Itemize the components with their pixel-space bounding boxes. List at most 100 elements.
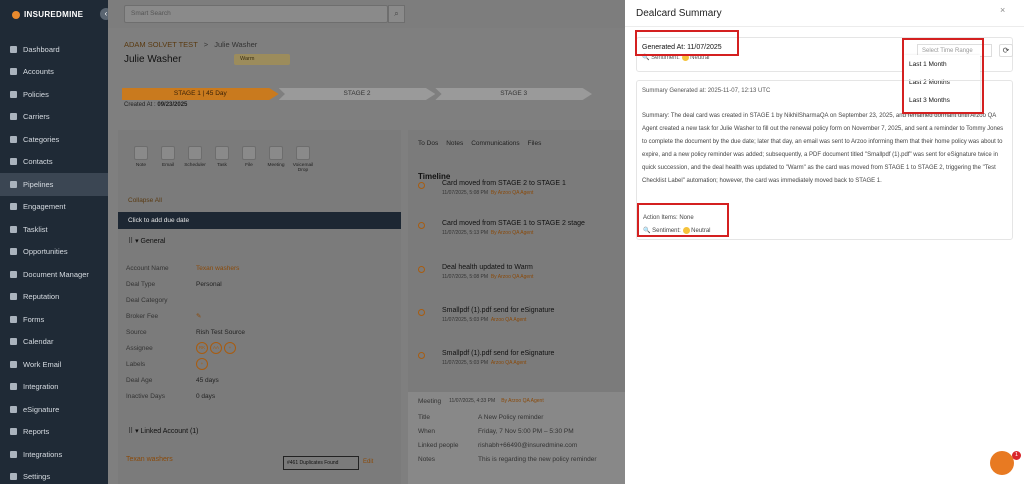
avatar[interactable]: AA (210, 342, 222, 354)
linked-account-name[interactable]: Texan washers (126, 456, 173, 463)
app-logo[interactable]: INSUREDMINE (12, 10, 83, 19)
sidebar-item-forms[interactable]: Forms (0, 308, 108, 331)
due-date-bar[interactable]: Click to add due date (118, 212, 401, 229)
timeline-title: Card moved from STAGE 1 to STAGE 2 stage (442, 220, 585, 227)
deal-health-tag[interactable]: Warm (234, 54, 290, 65)
clock-icon (418, 309, 425, 316)
search-icon[interactable]: ⌕ (388, 5, 405, 23)
refresh-icon[interactable]: ⟳ (999, 44, 1013, 57)
sidebar-item-contacts[interactable]: Contacts (0, 151, 108, 174)
field-label: Account Name (126, 264, 169, 272)
sidebar-item-reports[interactable]: Reports (0, 421, 108, 444)
deal-title: Julie Washer (124, 54, 182, 65)
tab-communications[interactable]: Communications (471, 140, 519, 147)
field-label: Labels (126, 360, 146, 368)
field-label: Inactive Days (126, 392, 166, 400)
timeline-item[interactable]: Deal health updated to Warm 11/07/2025, 5… (418, 264, 618, 280)
sidebar-item-document-manager[interactable]: Document Manager (0, 263, 108, 286)
sidebar-item-tasklist[interactable]: Tasklist (0, 218, 108, 241)
sidebar-item-categories[interactable]: Categories (0, 128, 108, 151)
logo-text: INSUREDMINE (24, 10, 84, 19)
timeline-item[interactable]: Card moved from STAGE 1 to STAGE 2 stage… (418, 220, 618, 236)
stage-1[interactable]: STAGE 1 | 45 Day (122, 88, 279, 100)
sidebar-item-label: eSignature (23, 404, 60, 414)
field-label: Deal Type (126, 280, 156, 288)
tab-files[interactable]: Files (528, 140, 542, 147)
action-label: Note (135, 163, 147, 168)
general-header-label: General (140, 238, 166, 245)
sidebar-item-reputation[interactable]: Reputation (0, 286, 108, 309)
meeting-card: Meeting 11/07/2025, 4:33 PM By Arzoo QA Ag… (408, 392, 625, 484)
sidebar-item-engagement[interactable]: Engagement (0, 196, 108, 219)
meeting-row-value: A New Policy reminder (478, 413, 544, 421)
timeline-date: 11/07/2025, 5:03 PM (442, 360, 489, 366)
linked-account-header[interactable]: ⠿ ▾ Linked Account (1) (128, 427, 199, 435)
stage-2[interactable]: STAGE 2 (278, 88, 436, 100)
general-section-header[interactable]: ⠿ ▾ General (128, 237, 165, 245)
pencil-icon[interactable]: ✎ (196, 312, 201, 320)
duplicates-found-badge[interactable]: #461 Duplicates Found (283, 456, 359, 470)
highlight-box-generated (635, 30, 739, 56)
policies-icon (10, 90, 17, 98)
sidebar-item-pipelines[interactable]: Pipelines (0, 173, 108, 196)
timeline-date: 11/07/2025, 5:03 PM (442, 317, 489, 323)
meeting-row-key: Notes (418, 455, 435, 463)
meeting-row-value: Friday, 7 Nov 5:00 PM – 5:30 PM (478, 427, 574, 435)
close-icon[interactable]: × (1000, 5, 1005, 15)
sidebar-item-opportunities[interactable]: Opportunities (0, 241, 108, 264)
chat-help-button[interactable] (990, 451, 1014, 475)
sidebar-nav: Dashboard Accounts Policies Carriers Categor… (0, 38, 108, 484)
breadcrumb-account[interactable]: ADAM SOLVET TEST (124, 40, 198, 49)
clock-icon (418, 222, 425, 229)
categories-icon (10, 135, 17, 143)
sidebar-item-label: Reports (23, 427, 50, 437)
timeline-item[interactable]: Smallpdf (1).pdf send for eSignature 11/0… (418, 307, 618, 323)
add-assignee-icon[interactable]: + (224, 342, 236, 354)
meeting-row-value: rishabh+66490@insuredmine.com (478, 441, 578, 449)
meeting-header[interactable]: Meeting 11/07/2025, 4:33 PM By Arzoo QA Ag… (408, 392, 625, 410)
meeting-row: Title A New Policy reminder (408, 410, 625, 424)
action-scheduler[interactable]: Scheduler (182, 140, 208, 190)
sidebar-item-work-email[interactable]: Work Email (0, 353, 108, 376)
meeting-label: Meeting (418, 397, 442, 405)
action-task[interactable]: Task (209, 140, 235, 190)
deal-type-value[interactable]: Personal (196, 281, 222, 288)
meeting-date: 11/07/2025, 4:33 PM (449, 398, 496, 404)
sidebar-item-policies[interactable]: Policies (0, 83, 108, 106)
sidebar-item-carriers[interactable]: Carriers (0, 106, 108, 129)
breadcrumb: ADAM SOLVET TEST > Julie Washer (124, 40, 257, 49)
action-note[interactable]: Note (128, 140, 154, 190)
search-input[interactable]: Smart Search (124, 5, 388, 23)
sidebar-item-calendar[interactable]: Calendar (0, 331, 108, 354)
action-file[interactable]: File (236, 140, 262, 190)
action-meeting[interactable]: Meeting (263, 140, 289, 190)
sidebar-item-settings[interactable]: Settings (0, 466, 108, 484)
edit-link[interactable]: Edit (363, 459, 373, 465)
sidebar-item-integrations[interactable]: Integrations (0, 443, 108, 466)
sidebar-item-label: Dashboard (23, 44, 60, 54)
action-voicemail-drop[interactable]: Voicemail Drop (290, 140, 316, 190)
add-label-icon[interactable]: + (196, 358, 208, 370)
breadcrumb-separator: > (203, 40, 209, 49)
contacts-icon (10, 158, 17, 166)
source-value[interactable]: Rish Test Source (196, 329, 245, 336)
reputation-icon (10, 293, 17, 301)
timeline-item[interactable]: Card moved from STAGE 2 to STAGE 1 11/07/… (418, 180, 618, 196)
sidebar-item-label: Pipelines (23, 179, 54, 189)
sidebar-item-accounts[interactable]: Accounts (0, 61, 108, 84)
engagement-icon (10, 203, 17, 211)
tab-todos[interactable]: To Dos (418, 140, 438, 147)
timeline-item[interactable]: Smallpdf (1).pdf send for eSignature 11/0… (418, 350, 618, 366)
account-name-value[interactable]: Texan washers (196, 265, 239, 272)
sidebar-item-esignature[interactable]: eSignature (0, 398, 108, 421)
avatar[interactable]: RK (196, 342, 208, 354)
tab-notes[interactable]: Notes (446, 140, 463, 147)
sidebar-item-integration[interactable]: Integration (0, 376, 108, 399)
field-row: Broker Fee ✎ (126, 308, 396, 324)
action-email[interactable]: Email (155, 140, 181, 190)
stage-3[interactable]: STAGE 3 (435, 88, 593, 100)
timeline-meta: 11/07/2025, 5:03 PM Arzoo QA Agent (442, 317, 618, 323)
collapse-all-link[interactable]: Collapse All (128, 197, 162, 204)
sidebar-item-dashboard[interactable]: Dashboard (0, 38, 108, 61)
pipelines-icon (10, 180, 17, 188)
